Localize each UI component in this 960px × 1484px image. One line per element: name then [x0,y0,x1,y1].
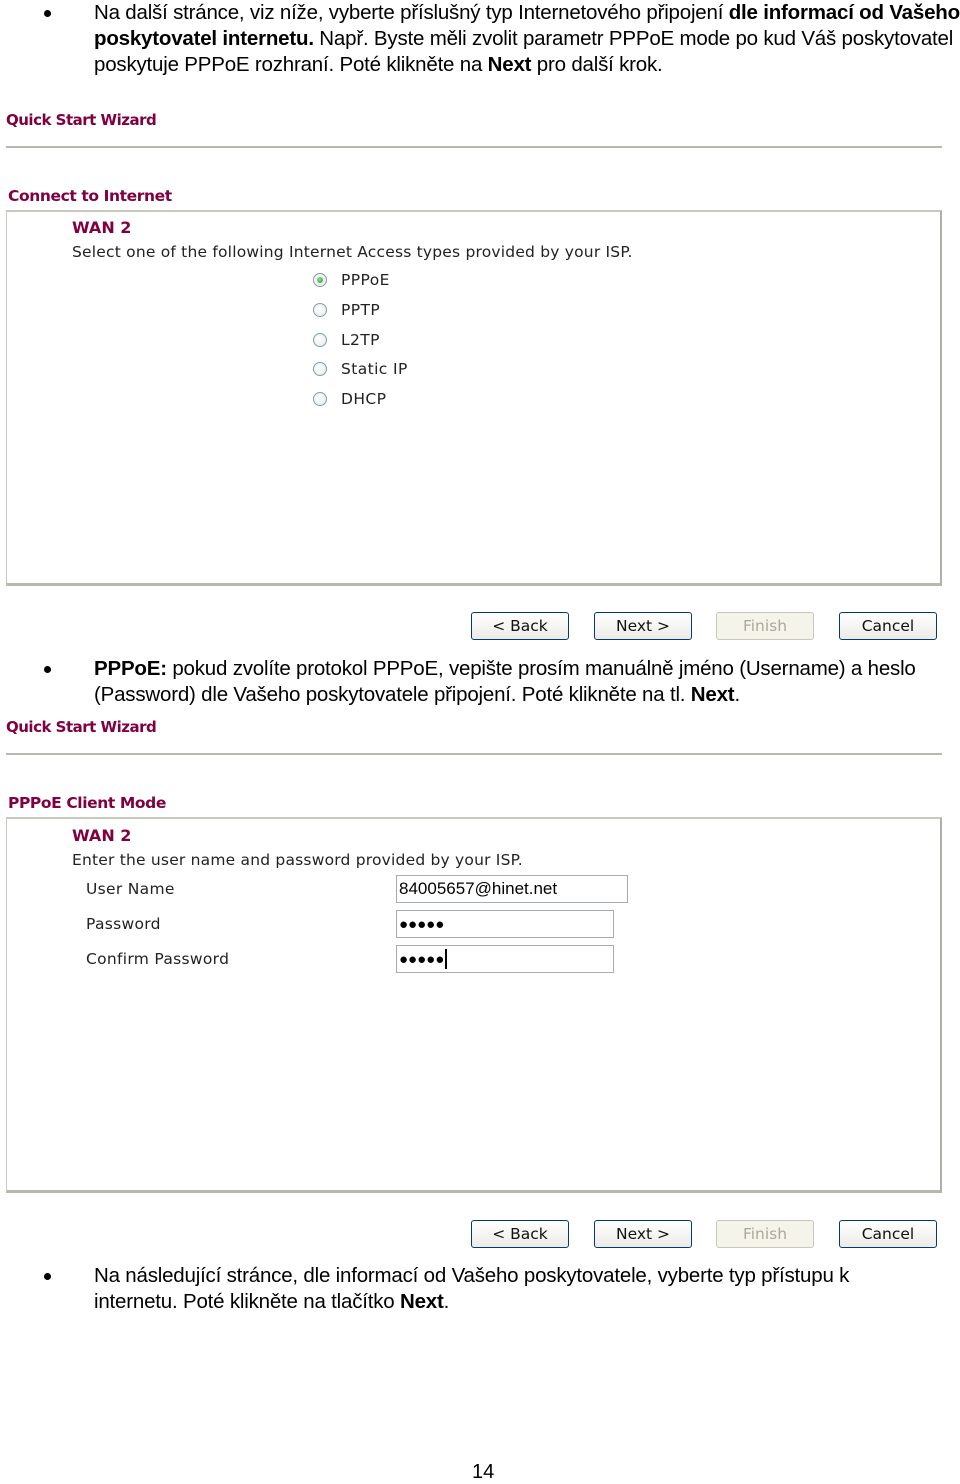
password-label: Password [86,915,161,933]
radio-option-pptp[interactable]: PPTP [313,299,380,321]
paragraph-bold-text: Next [399,1290,444,1313]
username-value: 84005657@hinet.net [399,879,558,898]
next-button[interactable]: Next > [594,612,692,640]
wan-label: WAN 2 [72,826,132,845]
radio-unchecked-icon[interactable] [313,392,327,406]
divider [6,146,942,148]
confirm-password-input[interactable]: ●●●●● [396,945,614,973]
finish-button: Finish [716,1220,814,1248]
panel-description: Select one of the following Internet Acc… [72,243,633,261]
radio-option-l2tp[interactable]: L2TP [313,329,380,351]
next-button[interactable]: Next > [594,1220,692,1248]
pppoe-panel [6,817,942,1193]
paragraph-bold-text: Next [690,683,735,706]
radio-label: L2TP [341,331,380,349]
instruction-paragraph-1: Na další stránce, viz níže, vyberte přís… [94,0,960,78]
finish-button: Finish [716,612,814,640]
radio-label: Static IP [341,360,408,378]
radio-label: PPPoE [341,271,390,289]
cancel-button[interactable]: Cancel [839,1220,937,1248]
bullet-icon [44,666,54,676]
back-button[interactable]: < Back [471,1220,569,1248]
page-number: 14 [472,1461,495,1483]
username-input[interactable]: 84005657@hinet.net [396,875,628,903]
radio-option-dhcp[interactable]: DHCP [313,388,386,410]
username-label: User Name [86,880,175,898]
confirm-password-value: ●●●●● [399,950,445,968]
paragraph-text: pokud zvolíte protokol PPPoE, vepište pr… [94,657,916,706]
confirm-password-label: Confirm Password [86,950,230,968]
wizard-title: Quick Start Wizard [6,718,157,736]
bullet-icon [44,10,54,20]
wan-label: WAN 2 [72,218,132,237]
password-input[interactable]: ●●●●● [396,910,614,938]
radio-label: PPTP [341,301,381,319]
radio-label: DHCP [341,390,387,408]
bullet-icon [44,1273,54,1283]
paragraph-bold-text: Next [487,53,532,76]
paragraph-text: . [443,1290,450,1313]
instruction-paragraph-3: Na následující stránce, dle informací od… [94,1263,934,1315]
back-button[interactable]: < Back [471,612,569,640]
section-title: Connect to Internet [8,187,172,205]
paragraph-bold-text: PPPoE: [94,657,167,680]
radio-option-pppoe[interactable]: PPPoE [313,269,390,291]
paragraph-text: Na následující stránce, dle informací od… [94,1264,850,1313]
radio-unchecked-icon[interactable] [313,303,327,317]
wizard-title: Quick Start Wizard [6,111,157,129]
paragraph-text: pro další krok. [531,53,663,76]
radio-unchecked-icon[interactable] [313,362,327,376]
radio-checked-icon[interactable] [313,273,327,287]
paragraph-text: . [734,683,740,706]
instruction-paragraph-2: PPPoE: pokud zvolíte protokol PPPoE, vep… [94,656,960,708]
text-caret [445,949,448,969]
divider [6,753,942,755]
radio-option-static-ip[interactable]: Static IP [313,358,408,380]
cancel-button[interactable]: Cancel [839,612,937,640]
panel-description: Enter the user name and password provide… [72,851,523,869]
section-title: PPPoE Client Mode [8,794,166,812]
connect-panel [6,210,942,586]
radio-unchecked-icon[interactable] [313,333,327,347]
paragraph-text: Na další stránce, viz níže, vyberte přís… [94,1,729,24]
password-value: ●●●●● [399,915,445,933]
